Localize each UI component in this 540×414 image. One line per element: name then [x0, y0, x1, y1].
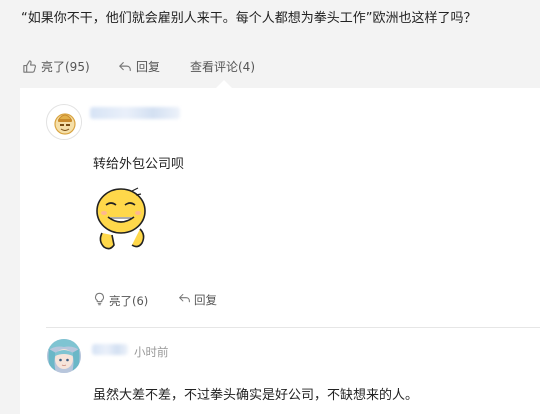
comment-text: 转给外包公司呗 — [93, 157, 185, 172]
view-comments-link[interactable]: 查看评论(4) — [190, 58, 255, 75]
thumbs-up-icon — [22, 59, 37, 74]
comment-text: 虽然大差不差，不过拳头确实是好公司，不缺想来的人。 — [93, 388, 419, 403]
like-button[interactable]: 亮了(95) — [22, 58, 90, 75]
panel-pointer — [216, 80, 232, 88]
reply-arrow-icon — [118, 60, 132, 74]
comment-like-button[interactable]: 亮了(6) — [93, 292, 148, 309]
avatar-image — [47, 339, 81, 373]
username-blurred[interactable] — [92, 344, 128, 355]
avatar[interactable] — [46, 104, 82, 140]
comment-reply-label: 回复 — [194, 293, 217, 307]
comment-reply-button[interactable]: 回复 — [178, 292, 217, 308]
comment-divider — [46, 327, 540, 328]
post-text: “如果你不干，他们就会雇别人来干。每个人都想为拳头工作”欧洲也这样了吗？ — [21, 11, 477, 26]
username-blurred[interactable] — [90, 107, 180, 119]
light-bulb-icon — [93, 292, 106, 309]
reply-label: 回复 — [136, 60, 161, 74]
comment-time: 小时前 — [134, 345, 169, 359]
avatar[interactable] — [47, 339, 81, 373]
like-count: 亮了(95) — [41, 60, 90, 74]
reply-button[interactable]: 回复 — [118, 58, 160, 75]
reply-arrow-icon — [178, 292, 191, 308]
view-comments-label: 查看评论(4) — [190, 60, 255, 74]
comment-like-count: 亮了(6) — [109, 293, 149, 308]
emoji-sticker — [92, 183, 152, 253]
